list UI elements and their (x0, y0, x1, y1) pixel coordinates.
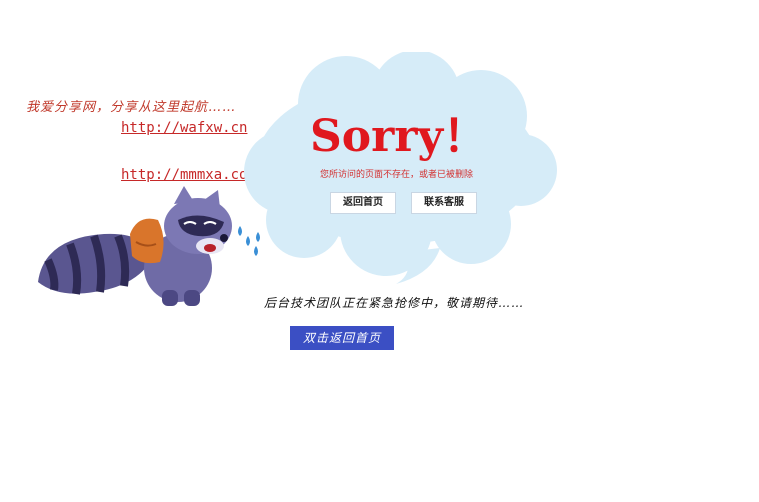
link-wafxw[interactable]: http://wafxw.cn (121, 120, 247, 136)
sorry-title: Sorry！ (310, 111, 488, 162)
crying-raccoon-icon (38, 186, 260, 306)
maintenance-notice: 后台技术团队正在紧急抢修中，敬请期待…… (264, 296, 525, 310)
page-not-found-message: 您所访问的页面不存在，或者已被删除 (320, 170, 474, 180)
return-home-button[interactable]: 返回首页 (330, 192, 396, 214)
contact-service-button[interactable]: 联系客服 (411, 192, 477, 214)
error-page: 我爱分享网，分享从这里起航…… http://wafxw.cn http://m… (0, 0, 759, 502)
double-click-home-button[interactable]: 双击返回首页 (290, 326, 394, 350)
site-tagline: 我爱分享网，分享从这里起航…… (26, 100, 237, 115)
